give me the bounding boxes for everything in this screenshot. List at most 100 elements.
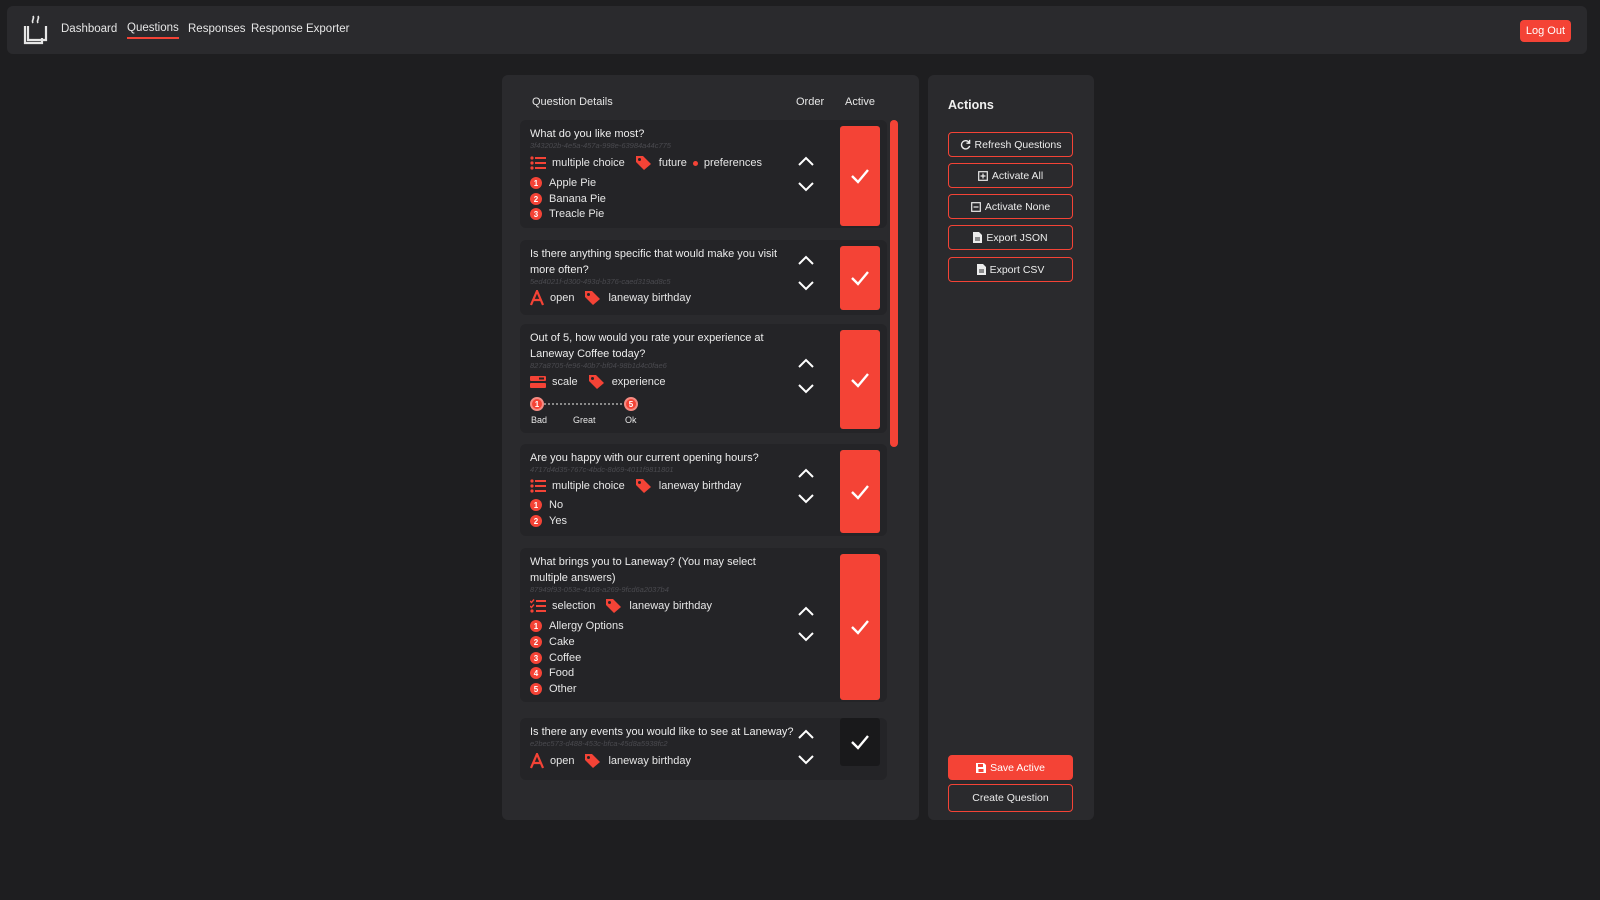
refresh-icon [960,139,970,150]
scale-max-marker: 5 [624,397,638,411]
coffee-logo-icon[interactable] [21,14,51,46]
refresh-questions-button[interactable]: Refresh Questions [948,132,1073,157]
list-icon [530,156,546,170]
active-toggle[interactable] [840,450,880,533]
option-item: 1 Allergy Options [530,620,624,632]
checkmark-icon [851,735,869,750]
question-id: 4717d4d35-767c-4bdc-8d69-4011f9811801 [530,465,674,474]
move-up-icon[interactable] [796,253,816,267]
active-toggle[interactable] [840,246,880,310]
active-toggle[interactable] [840,126,880,226]
move-down-icon[interactable] [796,753,816,767]
option-item: 2 Cake [530,636,575,648]
question-title: Out of 5, how would you rate your experi… [530,332,764,360]
save-active-button[interactable]: Save Active [948,755,1073,780]
option-item: 4 Food [530,667,574,679]
move-up-icon[interactable] [796,356,816,370]
question-meta: open laneway birthday [530,753,691,769]
question-title: What brings you to Laneway? (You may sel… [530,556,756,584]
file-icon [973,232,983,243]
column-header-order: Order [796,96,825,108]
checklist-icon [530,599,546,613]
nav-link-questions[interactable]: Questions [127,22,179,39]
top-navbar: Dashboard Questions Responses Response E… [7,6,1587,54]
checkmark-icon [851,372,869,388]
scale-icon [530,376,546,388]
actions-title: Actions [948,98,994,112]
tag-icon [635,156,651,170]
question-meta: multiple choice laneway birthday [530,478,741,494]
option-item: 2 Yes [530,515,567,527]
question-meta: scale experience [530,374,666,390]
tag-label: laneway birthday [629,600,712,612]
scrollbar[interactable] [890,120,898,447]
question-card: What brings you to Laneway? (You may sel… [520,548,887,702]
move-up-icon[interactable] [796,727,816,741]
tag-icon [635,479,651,493]
active-toggle[interactable] [840,330,880,429]
option-item: 3 Treacle Pie [530,208,604,220]
move-down-icon[interactable] [796,630,816,644]
question-card: What do you like most? 3f43202b-4e5a-457… [520,120,887,228]
question-title: What do you like most? [530,128,645,140]
option-item: 5 Other [530,683,577,695]
logout-button[interactable]: Log Out [1519,20,1571,42]
export-csv-button[interactable]: Export CSV [948,257,1073,282]
question-meta: open laneway birthday [530,290,691,306]
question-title: Are you happy with our current opening h… [530,452,759,464]
questions-panel: Question Details Order Active What do yo… [502,75,919,820]
move-down-icon[interactable] [796,279,816,293]
question-card: Are you happy with our current opening h… [520,444,887,536]
scale-track [536,403,630,405]
tag-label: laneway birthday [608,755,692,767]
move-up-icon[interactable] [796,466,816,480]
question-id: 827a8705-fe96-40b7-bf04-98b1d4c0fae6 [530,361,667,370]
question-id: 3f43202b-4e5a-457a-998e-63984a44c775 [530,141,671,150]
tag-label: laneway birthday [608,292,692,304]
activate-all-button[interactable]: Activate All [948,163,1073,188]
tag-label: experience [611,376,666,388]
nav-link-dashboard[interactable]: Dashboard [61,23,117,35]
question-meta: multiple choice future preferences [530,155,762,171]
tag-icon [588,375,604,389]
question-type: open [550,755,575,767]
question-card: Is there anything specific that would ma… [520,240,887,315]
active-toggle[interactable] [840,554,880,700]
scale-label: Ok [625,415,637,425]
nav-link-response-exporter[interactable]: Response Exporter [251,23,349,35]
scale-label: Bad [531,415,548,425]
question-type: scale [552,376,578,388]
option-item: 1 No [530,499,563,511]
tag-icon [585,754,601,768]
checkmark-icon [851,484,869,500]
move-down-icon[interactable] [796,492,816,506]
active-toggle[interactable] [840,718,880,766]
question-title: Is there anything specific that would ma… [530,248,778,276]
question-type: selection [552,600,596,612]
question-type: multiple choice [552,480,625,492]
question-type: multiple choice [552,157,625,169]
tag-label: laneway birthday [658,480,742,492]
actions-panel: Actions Refresh Questions Activate All A… [928,75,1094,820]
tag-separator-dot [692,160,698,166]
option-item: 1 Apple Pie [530,177,596,189]
nav-link-responses[interactable]: Responses [188,23,246,35]
export-json-button[interactable]: Export JSON [948,225,1073,250]
text-font-icon [530,753,544,769]
move-down-icon[interactable] [796,382,816,396]
activate-none-button[interactable]: Activate None [948,194,1073,219]
create-question-button[interactable]: Create Question [948,784,1073,812]
question-title: Is there any events you would like to se… [530,726,794,738]
question-meta: selection laneway birthday [530,598,712,614]
move-down-icon[interactable] [796,180,816,194]
question-type: open [550,292,575,304]
question-id: 5ed4021f-d300-493d-b376-caed319ad8c5 [530,277,671,286]
column-header-details: Question Details [532,96,613,108]
tag-icon [606,599,622,613]
checkmark-icon [851,169,869,184]
move-up-icon[interactable] [796,154,816,168]
tag-label: future [658,157,687,169]
option-item: 3 Coffee [530,652,581,664]
tag-icon [585,291,601,305]
move-up-icon[interactable] [796,604,816,618]
